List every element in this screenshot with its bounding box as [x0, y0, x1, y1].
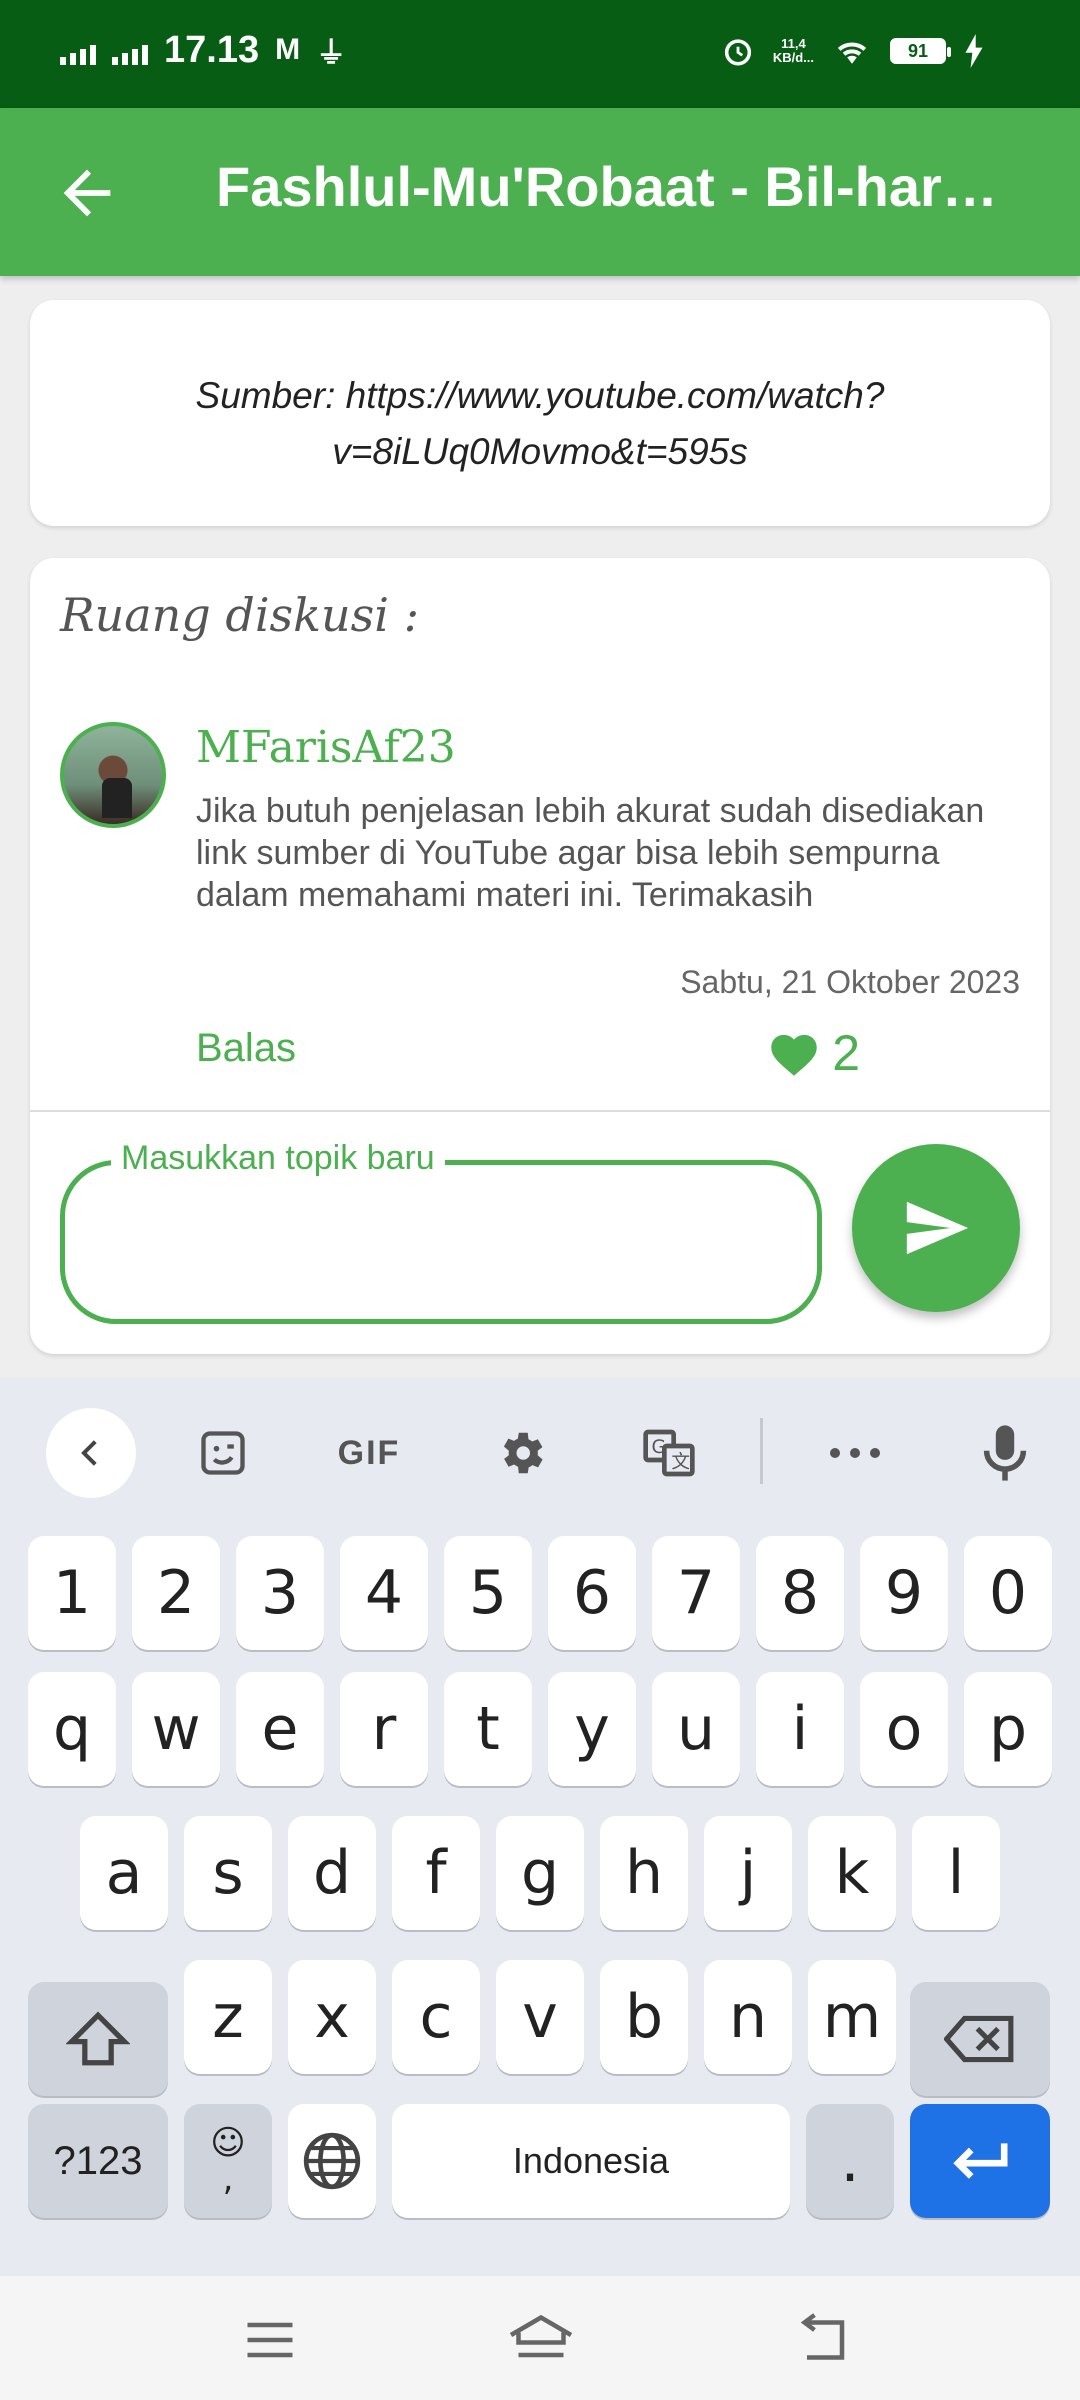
key-7[interactable]: 7 — [652, 1536, 740, 1650]
heart-icon — [771, 1034, 817, 1076]
sticker-icon[interactable] — [178, 1408, 268, 1498]
like-count: 2 — [832, 1025, 860, 1081]
send-button[interactable] — [852, 1144, 1020, 1312]
key-k[interactable]: k — [808, 1816, 896, 1930]
key-4[interactable]: 4 — [340, 1536, 428, 1650]
recents-icon[interactable] — [240, 2310, 300, 2370]
gmail-icon: M — [275, 33, 301, 66]
new-topic-field[interactable]: Masukkan topik baru — [60, 1139, 822, 1324]
divider — [30, 1110, 1050, 1112]
key-r[interactable]: r — [340, 1672, 428, 1786]
key-b[interactable]: b — [600, 1960, 688, 2074]
key-a[interactable]: a — [80, 1816, 168, 1930]
key-6[interactable]: 6 — [548, 1536, 636, 1650]
battery-icon: 91 — [890, 38, 951, 64]
key-l[interactable]: l — [912, 1816, 1000, 1930]
charging-icon — [965, 34, 983, 68]
comment-date: Sabtu, 21 Oktober 2023 — [680, 964, 1020, 1000]
svg-text:G: G — [652, 1437, 666, 1458]
key-1[interactable]: 1 — [28, 1536, 116, 1650]
key-c[interactable]: c — [392, 1960, 480, 2074]
gif-button[interactable]: GIF — [324, 1408, 414, 1498]
alarm-icon — [724, 39, 751, 66]
signal-1-icon — [60, 35, 96, 65]
emoji-key[interactable]: ☺, — [184, 2104, 272, 2218]
navigation-bar — [0, 2276, 1080, 2400]
key-s[interactable]: s — [184, 1816, 272, 1930]
comment-username[interactable]: MFarisAf23 — [196, 722, 456, 773]
discussion-card: Ruang diskusi : MFarisAf23 Jika butuh pe… — [30, 558, 1050, 1354]
toolbar-separator — [760, 1418, 763, 1484]
back-arrow-icon[interactable] — [52, 158, 122, 228]
backspace-key[interactable] — [910, 1982, 1050, 2096]
status-time: 17.13 — [164, 28, 260, 71]
back-nav-icon[interactable] — [792, 2310, 852, 2370]
globe-icon — [303, 2132, 361, 2190]
keyboard-toolbar: GIF G文 — [0, 1378, 1080, 1528]
key-t[interactable]: t — [444, 1672, 532, 1786]
key-h[interactable]: h — [600, 1816, 688, 1930]
new-topic-input[interactable] — [105, 1205, 785, 1275]
key-y[interactable]: y — [548, 1672, 636, 1786]
comment-text: Jika butuh penjelasan lebih akurat sudah… — [196, 792, 985, 914]
source-link[interactable]: Sumber: https://www.youtube.com/watch?v=… — [30, 368, 1050, 480]
key-d[interactable]: d — [288, 1816, 376, 1930]
more-icon[interactable] — [810, 1408, 900, 1498]
key-q[interactable]: q — [28, 1672, 116, 1786]
key-2[interactable]: 2 — [132, 1536, 220, 1650]
page-title: Fashlul-Mu'Robaat - Bil-harakaat — [216, 155, 1016, 218]
svg-text:文: 文 — [671, 1452, 690, 1473]
settings-icon[interactable] — [476, 1408, 566, 1498]
like-button[interactable]: 2 — [766, 1024, 860, 1082]
shift-key[interactable] — [28, 1982, 168, 2096]
mic-icon[interactable] — [960, 1408, 1050, 1498]
emoji-icon: ☺ — [210, 2123, 246, 2163]
key-v[interactable]: v — [496, 1960, 584, 2074]
period-key[interactable]: . — [806, 2104, 894, 2218]
soft-keyboard: GIF G文 1234567890 qwertyuiop asdfghjkl zxcv… — [0, 1378, 1080, 2276]
home-icon[interactable] — [506, 2310, 576, 2370]
symbols-key[interactable]: ?123 — [28, 2104, 168, 2218]
key-j[interactable]: j — [704, 1816, 792, 1930]
status-bar: 17.13 M ⏚ 11,4 KB/d... 91 — [0, 0, 1080, 108]
key-u[interactable]: u — [652, 1672, 740, 1786]
key-5[interactable]: 5 — [444, 1536, 532, 1650]
key-p[interactable]: p — [964, 1672, 1052, 1786]
app-bar: Fashlul-Mu'Robaat - Bil-harakaat — [0, 108, 1080, 276]
new-topic-label: Masukkan topik baru — [111, 1139, 445, 1178]
key-f[interactable]: f — [392, 1816, 480, 1930]
source-card: Sumber: https://www.youtube.com/watch?v=… — [30, 300, 1050, 526]
key-w[interactable]: w — [132, 1672, 220, 1786]
key-g[interactable]: g — [496, 1816, 584, 1930]
key-i[interactable]: i — [756, 1672, 844, 1786]
key-3[interactable]: 3 — [236, 1536, 324, 1650]
discussion-title: Ruang diskusi : — [60, 588, 420, 642]
key-9[interactable]: 9 — [860, 1536, 948, 1650]
reply-button[interactable]: Balas — [196, 1026, 296, 1071]
key-z[interactable]: z — [184, 1960, 272, 2074]
key-n[interactable]: n — [704, 1960, 792, 2074]
avatar[interactable] — [60, 722, 166, 828]
enter-icon — [953, 2143, 1008, 2179]
key-e[interactable]: e — [236, 1672, 324, 1786]
translate-icon[interactable]: G文 — [624, 1408, 714, 1498]
signal-2-icon — [112, 35, 148, 65]
net-speed: 11,4 KB/d... — [772, 36, 814, 65]
wifi-icon — [837, 42, 867, 64]
key-x[interactable]: x — [288, 1960, 376, 2074]
usb-icon: ⏚ — [316, 37, 347, 70]
send-icon — [906, 1201, 969, 1255]
collapse-back-icon[interactable] — [46, 1408, 136, 1498]
key-o[interactable]: o — [860, 1672, 948, 1786]
key-m[interactable]: m — [808, 1960, 896, 2074]
key-8[interactable]: 8 — [756, 1536, 844, 1650]
language-key[interactable] — [288, 2104, 376, 2218]
key-0[interactable]: 0 — [964, 1536, 1052, 1650]
enter-key[interactable] — [910, 2104, 1050, 2218]
space-key[interactable]: Indonesia — [392, 2104, 790, 2218]
